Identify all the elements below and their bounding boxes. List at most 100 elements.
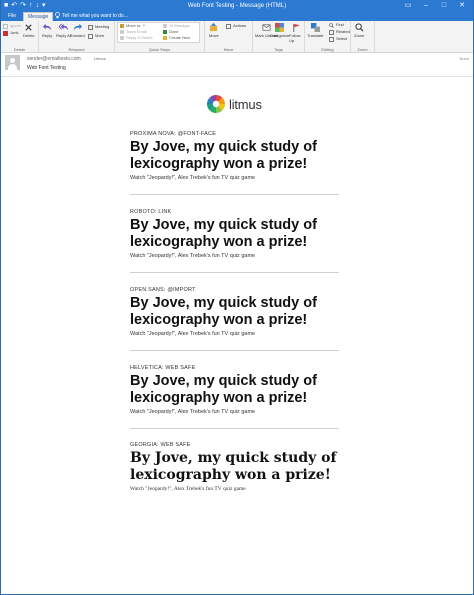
font-test-block-helvetica: HELVETICA: WEB SAFE By Jove, my quick st… bbox=[130, 365, 340, 416]
ribbon: Ignore Junk Delete Delete Reply Reply Al… bbox=[1, 21, 473, 53]
related-button[interactable]: Related bbox=[329, 29, 350, 35]
email-body: litmus PROXIMA NOVA: @FONT-FACE By Jove,… bbox=[1, 78, 473, 594]
follow-up-button[interactable]: Follow Up bbox=[289, 23, 304, 43]
quick-steps-col-right: To Manager Done Create New bbox=[163, 23, 190, 41]
actions-label: Actions bbox=[233, 23, 247, 28]
categorize-button[interactable]: Categorize bbox=[270, 23, 289, 38]
junk-label: Junk bbox=[10, 30, 19, 35]
select-button[interactable]: Select bbox=[329, 36, 347, 42]
actions-button[interactable]: Actions bbox=[226, 23, 246, 29]
font-label: GEORGIA: WEB SAFE bbox=[130, 442, 191, 448]
translate-icon bbox=[310, 23, 320, 32]
window-controls: ▭ – □ ✕ bbox=[399, 0, 471, 12]
delete-button[interactable]: Delete bbox=[23, 23, 35, 38]
meeting-label: Meeting bbox=[95, 24, 110, 29]
respond-group: Reply Reply All Forward Meeting More Res… bbox=[39, 21, 115, 53]
select-icon bbox=[329, 36, 334, 42]
tags-group-label: Tags bbox=[274, 47, 283, 52]
more-respond-button[interactable]: More bbox=[88, 33, 104, 39]
avatar-head bbox=[10, 58, 15, 63]
font-test-block-roboto: ROBOTO: LINK By Jove, my quick study of … bbox=[130, 209, 340, 260]
find-button[interactable]: Find bbox=[329, 22, 344, 28]
forward-button[interactable]: Forward bbox=[70, 23, 85, 38]
restore-ribbon-button[interactable]: ▭ bbox=[399, 0, 417, 12]
related-icon bbox=[329, 29, 334, 35]
reply-icon bbox=[42, 23, 51, 31]
zoom-icon bbox=[354, 23, 364, 32]
create-new-icon bbox=[163, 36, 167, 40]
categorize-icon bbox=[275, 23, 285, 32]
quick-steps-group: Move to: ? Team Email Reply & Delete To … bbox=[115, 21, 205, 53]
quick-steps-group-label: Quick Steps bbox=[148, 47, 171, 52]
litmus-wordmark: litmus bbox=[229, 96, 262, 112]
zoom-label: Zoom bbox=[354, 33, 365, 38]
ignore-button[interactable]: Ignore bbox=[3, 23, 21, 29]
minimize-button[interactable]: – bbox=[417, 0, 435, 12]
sent-date: None bbox=[459, 56, 469, 61]
forward-icon bbox=[73, 23, 82, 31]
quick-step-reply-delete[interactable]: Reply & Delete bbox=[120, 35, 153, 41]
select-label: Select bbox=[336, 36, 348, 41]
meeting-button[interactable]: Meeting bbox=[88, 24, 109, 30]
ignore-label: Ignore bbox=[10, 23, 22, 28]
ribbon-tabs: File Message Tell me what you want to do… bbox=[1, 12, 473, 21]
close-button[interactable]: ✕ bbox=[453, 0, 471, 12]
related-label: Related bbox=[336, 29, 350, 34]
lightbulb-icon bbox=[55, 12, 60, 19]
tell-me-text: Tell me what you want to do... bbox=[62, 13, 128, 19]
sender-address[interactable]: sender@emailtests.com bbox=[27, 56, 81, 62]
zoom-group: Zoom Zoom bbox=[351, 21, 375, 53]
done-icon bbox=[163, 30, 167, 34]
font-subline: Watch "Jeopardy!", Alex Trebek's fun TV … bbox=[130, 331, 256, 337]
quick-step-create-new[interactable]: Create New bbox=[163, 35, 190, 41]
find-label: Find bbox=[336, 22, 344, 27]
delete-label: Delete bbox=[23, 33, 35, 38]
move-icon bbox=[210, 23, 218, 32]
move-group: Move Actions Move bbox=[205, 21, 253, 53]
font-headline: By Jove, my quick study of lexicography … bbox=[130, 295, 317, 328]
font-label: HELVETICA: WEB SAFE bbox=[130, 365, 196, 371]
editing-group-label: Editing bbox=[321, 47, 334, 52]
quick-steps-gallery: Move to: ? Team Email Reply & Delete To … bbox=[117, 22, 200, 43]
editing-group: Translate Find Related Select Editing bbox=[305, 21, 351, 53]
follow-up-label: Follow Up bbox=[289, 33, 301, 43]
font-test-block-georgia: GEORGIA: WEB SAFE By Jove, my quick stud… bbox=[130, 442, 340, 493]
move-button[interactable]: Move bbox=[209, 23, 219, 38]
junk-button[interactable]: Junk bbox=[3, 30, 18, 36]
litmus-logo-icon bbox=[207, 95, 225, 113]
tab-file[interactable]: File bbox=[4, 12, 20, 21]
maximize-button[interactable]: □ bbox=[435, 0, 453, 12]
move-to-icon bbox=[120, 24, 124, 28]
font-subline: Watch "Jeopardy!", Alex Trebek's fun TV … bbox=[130, 175, 256, 181]
font-label: ROBOTO: LINK bbox=[130, 209, 172, 215]
delete-group-label: Delete bbox=[13, 47, 26, 52]
more-icon bbox=[88, 33, 93, 39]
zoom-group-label: Zoom bbox=[357, 47, 368, 52]
ignore-icon bbox=[3, 23, 8, 29]
font-headline: By Jove, my quick study of lexicography … bbox=[130, 139, 317, 172]
divider bbox=[130, 350, 339, 351]
divider bbox=[130, 194, 339, 195]
font-headline: By Jove, my quick study of lexicography … bbox=[130, 450, 337, 483]
recipient[interactable]: Litmus bbox=[94, 56, 106, 61]
zoom-button[interactable]: Zoom bbox=[354, 23, 364, 38]
tell-me-box[interactable]: Tell me what you want to do... bbox=[55, 12, 128, 21]
delete-icon bbox=[25, 24, 32, 31]
outlook-message-window: ■ ↶ ↷ ↑ ↓ ▾ Web Font Testing - Message (… bbox=[0, 0, 474, 595]
message-subject: Web Font Testing bbox=[27, 65, 66, 71]
tab-message[interactable]: Message bbox=[23, 12, 54, 21]
reply-button[interactable]: Reply bbox=[42, 23, 52, 38]
reply-all-icon bbox=[59, 23, 69, 31]
translate-label: Translate bbox=[307, 33, 324, 38]
to-manager-icon bbox=[163, 24, 167, 28]
avatar-icon bbox=[5, 55, 20, 70]
actions-icon bbox=[226, 23, 231, 29]
title-bar: ■ ↶ ↷ ↑ ↓ ▾ Web Font Testing - Message (… bbox=[1, 0, 473, 12]
quick-steps-col-left: Move to: ? Team Email Reply & Delete bbox=[120, 23, 153, 41]
reply-delete-icon bbox=[120, 36, 124, 40]
respond-group-label: Respond bbox=[68, 47, 85, 52]
font-subline: Watch "Jeopardy!", Alex Trebek's fun TV … bbox=[130, 253, 256, 259]
move-group-label: Move bbox=[223, 47, 234, 52]
translate-button[interactable]: Translate bbox=[307, 23, 324, 38]
quick-step-label: Create New bbox=[169, 35, 191, 40]
